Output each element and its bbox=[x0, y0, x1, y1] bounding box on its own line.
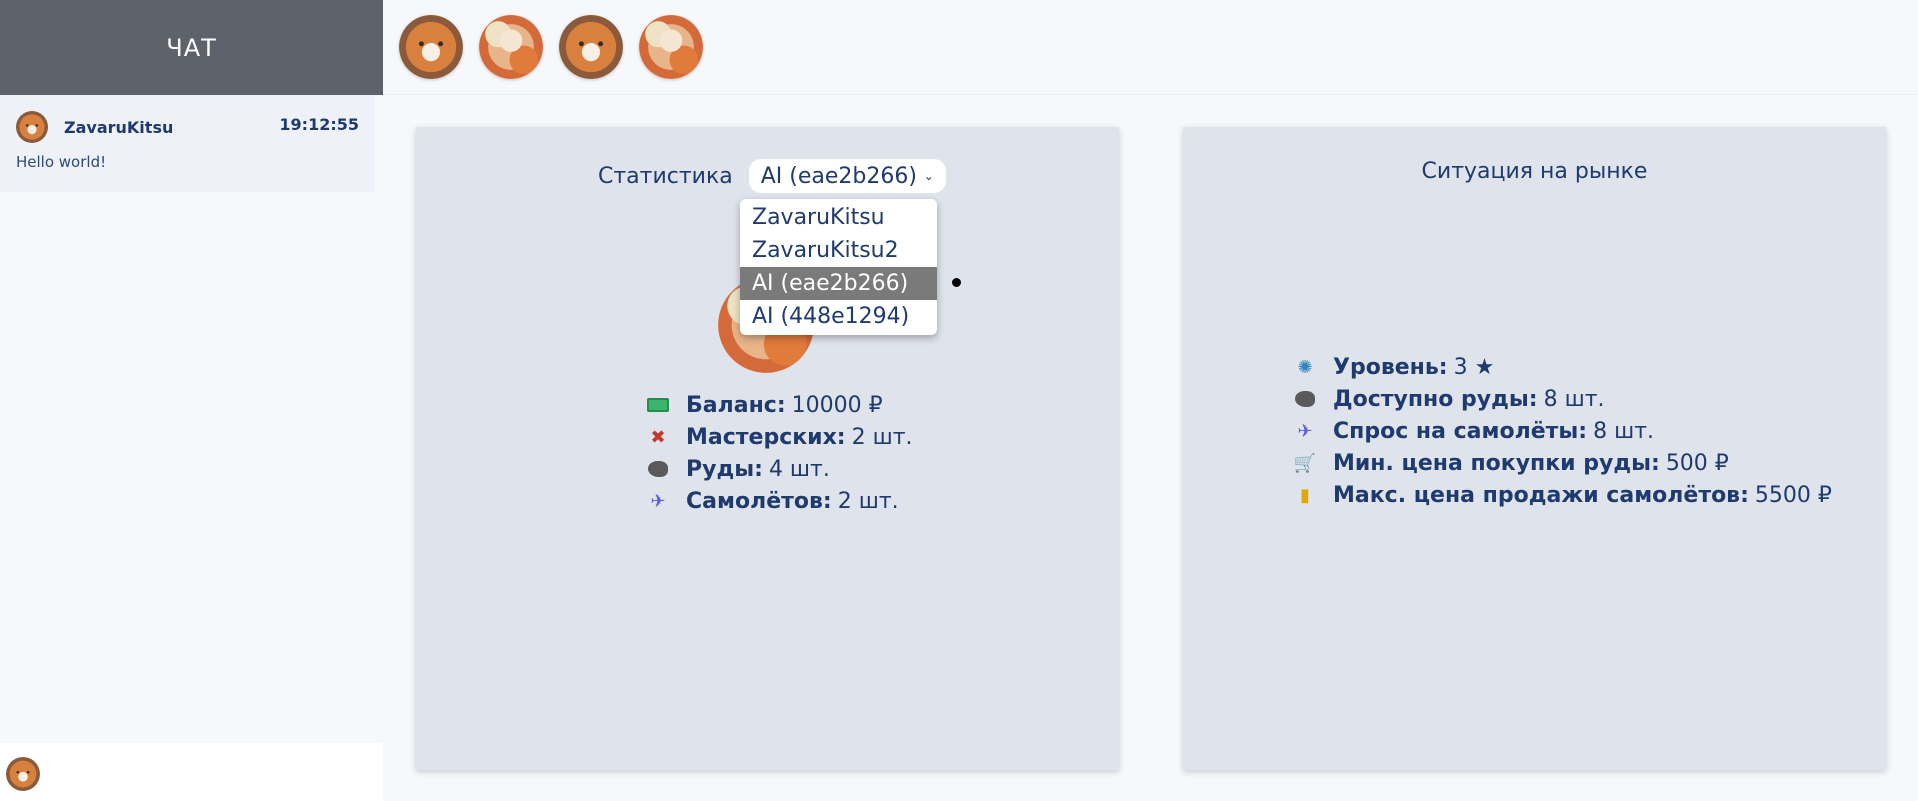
player-select-value: AI (eae2b266) bbox=[760, 163, 917, 189]
stat-value: 2 шт. bbox=[851, 424, 913, 450]
stat-value: 10000 ₽ bbox=[791, 392, 883, 418]
market-stats-list: ✺ Уровень: 3 ★ Доступно руды: 8 шт. ✈ Сп… bbox=[1293, 351, 1832, 511]
swirl-icon: ✺ bbox=[1297, 356, 1313, 378]
current-user-avatar[interactable] bbox=[6, 757, 40, 791]
tools-icon: ✖ bbox=[650, 426, 666, 448]
chat-message-time: 19:12:55 bbox=[279, 115, 359, 134]
fox-avatar[interactable] bbox=[16, 111, 48, 143]
chat-sidebar: ЧАТ ZavaruKitsu 19:12:55 Hello world! bbox=[0, 0, 383, 801]
stat-label: Руды: bbox=[686, 456, 763, 482]
chevron-down-icon: ⌄ bbox=[923, 169, 934, 183]
stat-label: Макс. цена продажи самолётов: bbox=[1333, 482, 1749, 508]
stat-label: Баланс: bbox=[686, 392, 786, 418]
market-min-ore-price: 🛒 Мин. цена покупки руды: 500 ₽ bbox=[1293, 447, 1832, 479]
mouse-cursor bbox=[952, 278, 961, 287]
statistics-card: Статистика AI (eae2b266) ⌄ ZavaruKitsu Z… bbox=[416, 127, 1119, 770]
player-option[interactable]: ZavaruKitsu bbox=[740, 201, 937, 234]
stat-value: 500 ₽ bbox=[1665, 450, 1729, 476]
stat-value: 3 ★ bbox=[1453, 354, 1495, 380]
chat-message-author[interactable]: ZavaruKitsu bbox=[64, 118, 173, 137]
coins-icon: ▮ bbox=[1300, 484, 1310, 506]
cart-icon: 🛒 bbox=[1293, 452, 1317, 474]
market-max-airplane-price: ▮ Макс. цена продажи самолётов: 5500 ₽ bbox=[1293, 479, 1832, 511]
chat-message-text: Hello world! bbox=[16, 153, 107, 171]
player-stats-list: Баланс: 10000 ₽ ✖ Мастерских: 2 шт. Руды… bbox=[646, 389, 913, 517]
stat-workshops: ✖ Мастерских: 2 шт. bbox=[646, 421, 913, 453]
market-airplane-demand: ✈ Спрос на самолёты: 8 шт. bbox=[1293, 415, 1832, 447]
ore-icon bbox=[1293, 387, 1317, 411]
stat-value: 4 шт. bbox=[768, 456, 830, 482]
chat-title: ЧАТ bbox=[166, 33, 217, 62]
player-avatar-4[interactable] bbox=[639, 15, 703, 79]
ore-icon bbox=[646, 457, 670, 481]
chat-message: ZavaruKitsu 19:12:55 Hello world! bbox=[0, 95, 375, 192]
market-level: ✺ Уровень: 3 ★ bbox=[1293, 351, 1832, 383]
players-bar bbox=[383, 0, 1918, 95]
player-avatar-3[interactable] bbox=[559, 15, 623, 79]
airplane-icon: ✈ bbox=[1297, 420, 1313, 442]
market-title: Ситуация на рынке bbox=[1421, 159, 1648, 184]
money-icon bbox=[646, 393, 670, 417]
player-avatar-1[interactable] bbox=[399, 15, 463, 79]
airplane-icon: ✈ bbox=[650, 490, 666, 512]
stat-airplanes: ✈ Самолётов: 2 шт. bbox=[646, 485, 913, 517]
market-card: Ситуация на рынке ✺ Уровень: 3 ★ Доступн… bbox=[1183, 127, 1886, 770]
statistics-title: Статистика bbox=[598, 163, 733, 189]
chat-input-bar[interactable] bbox=[0, 743, 383, 801]
player-select[interactable]: AI (eae2b266) ⌄ bbox=[748, 159, 946, 193]
stat-balance: Баланс: 10000 ₽ bbox=[646, 389, 913, 421]
player-option[interactable]: ZavaruKitsu2 bbox=[740, 234, 937, 267]
market-ore-available: Доступно руды: 8 шт. bbox=[1293, 383, 1832, 415]
stat-label: Мин. цена покупки руды: bbox=[1333, 450, 1660, 476]
stat-value: 2 шт. bbox=[837, 488, 899, 514]
stat-label: Мастерских: bbox=[686, 424, 846, 450]
statistics-header: Статистика AI (eae2b266) ⌄ bbox=[598, 159, 946, 193]
stat-label: Уровень: bbox=[1333, 354, 1448, 380]
stat-value: 5500 ₽ bbox=[1754, 482, 1832, 508]
player-option[interactable]: AI (448e1294) bbox=[740, 300, 937, 333]
player-option-selected[interactable]: AI (eae2b266) bbox=[740, 267, 937, 300]
stat-value: 8 шт. bbox=[1593, 418, 1655, 444]
stat-ore: Руды: 4 шт. bbox=[646, 453, 913, 485]
stat-label: Самолётов: bbox=[686, 488, 832, 514]
player-select-dropdown: ZavaruKitsu ZavaruKitsu2 AI (eae2b266) A… bbox=[740, 199, 937, 335]
stat-label: Доступно руды: bbox=[1333, 386, 1538, 412]
stat-value: 8 шт. bbox=[1543, 386, 1605, 412]
stat-label: Спрос на самолёты: bbox=[1333, 418, 1588, 444]
player-avatar-2[interactable] bbox=[479, 15, 543, 79]
chat-header: ЧАТ bbox=[0, 0, 383, 95]
